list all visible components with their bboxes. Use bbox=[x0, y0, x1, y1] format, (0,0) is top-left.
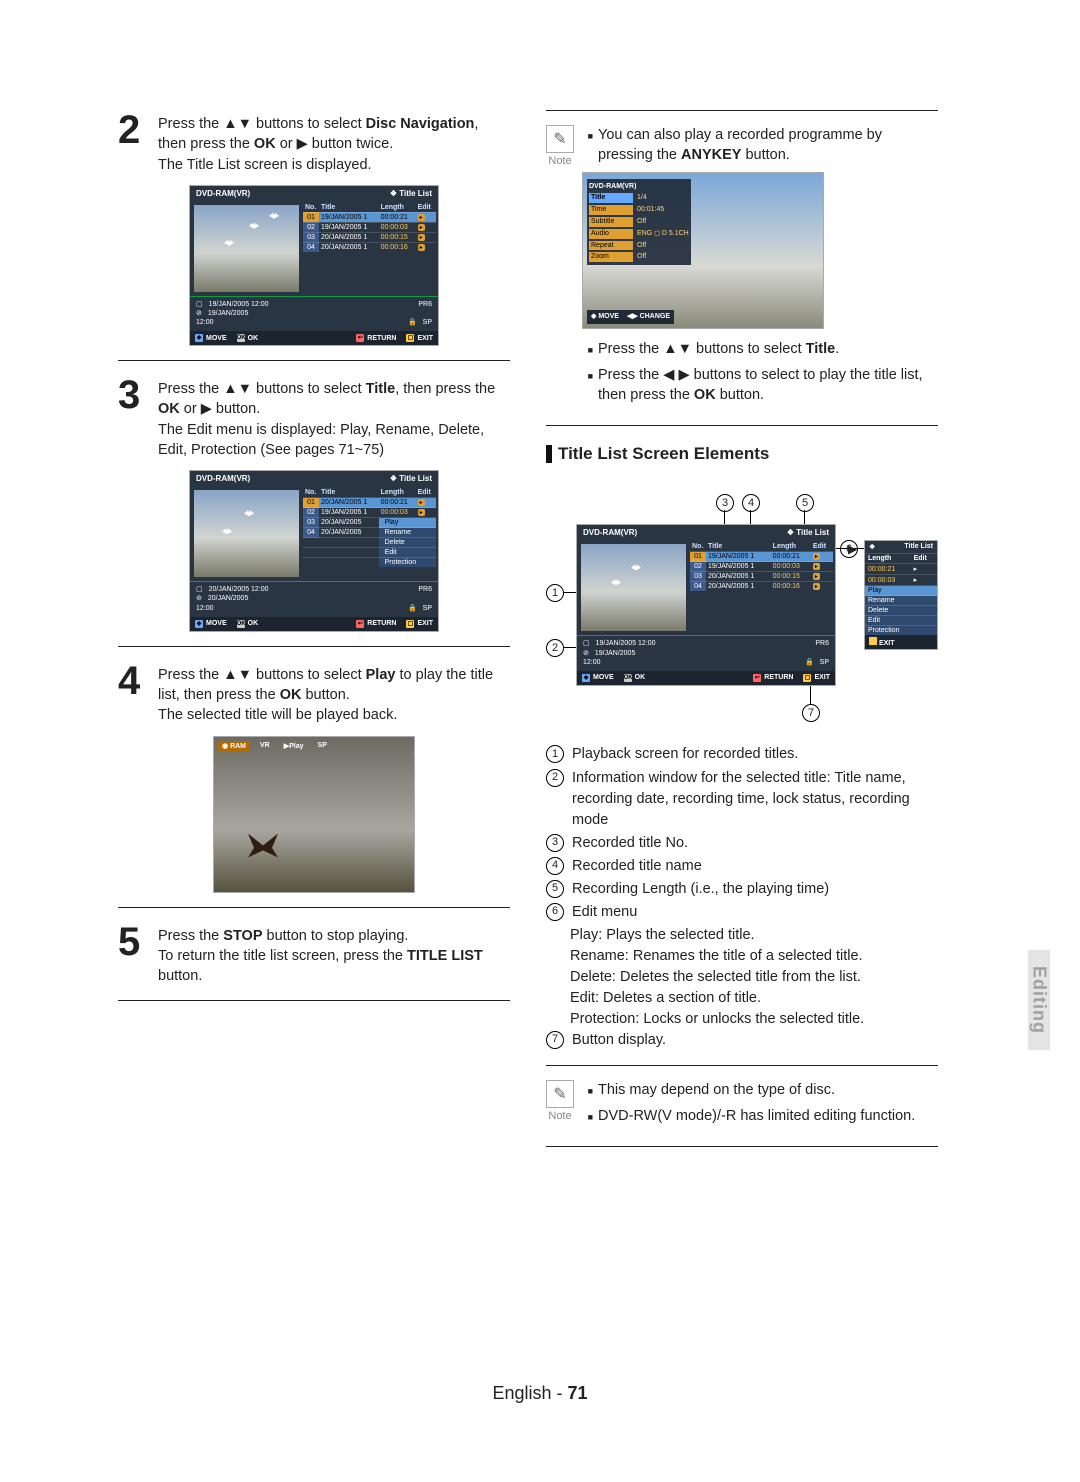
note-icon: ✎ bbox=[546, 125, 574, 153]
step-3: 3 Press the ▲▼ buttons to select Title, … bbox=[118, 375, 510, 460]
osd-preview bbox=[194, 205, 299, 292]
manual-page: 2 Press the ▲▼ buttons to select Disc Na… bbox=[0, 0, 1080, 1482]
step-number: 2 bbox=[118, 110, 148, 175]
anykey-screenshot: DVD-RAM(VR) Title1/4 Time00:01:45 Subtit… bbox=[582, 172, 824, 329]
two-column-content: 2 Press the ▲▼ buttons to select Disc Na… bbox=[118, 110, 938, 1161]
note-anykey: ✎ Note You can also play a recorded prog… bbox=[546, 125, 938, 411]
osd-button-bar: ◆MOVE OKOK ↩RETURN ▢EXIT bbox=[190, 331, 438, 345]
osd-table: No.TitleLengthEdit 0119/JAN/2005 100:00:… bbox=[303, 201, 438, 296]
osd-title-list-1: DVD-RAM(VR) Title List No.TitleLengthEdi… bbox=[189, 185, 439, 346]
step-2: 2 Press the ▲▼ buttons to select Disc Na… bbox=[118, 110, 510, 175]
diagram-edit-popout: ❖Title List LengthEdit 00:00:21▸ 00:00:0… bbox=[864, 540, 938, 650]
step-5: 5 Press the STOP button to stop playing.… bbox=[118, 922, 510, 987]
osd-info: ▢19/JAN/2005 12:00PR6 ⊘19/JAN/2005 12:00… bbox=[190, 296, 438, 331]
note-icon: ✎ bbox=[546, 1080, 574, 1108]
page-footer: English - 71 bbox=[0, 1383, 1080, 1404]
step-4: 4 Press the ▲▼ buttons to select Play to… bbox=[118, 661, 510, 726]
diagram-main-osd: DVD-RAM(VR) Title List No.TitleLengthEdi… bbox=[576, 524, 836, 685]
osd-title: Title List bbox=[390, 189, 432, 198]
step-text: Press the ▲▼ buttons to select Disc Navi… bbox=[158, 110, 510, 175]
section-tab-editing: Editing bbox=[1028, 950, 1050, 1050]
section-heading: Title List Screen Elements bbox=[546, 444, 938, 464]
note-disc-type: ✎ Note This may depend on the type of di… bbox=[546, 1080, 938, 1133]
divider bbox=[118, 360, 510, 361]
playback-screenshot: ◉ RAM VR ▶Play SP bbox=[213, 736, 415, 893]
osd-title-list-2: DVD-RAM(VR) Title List No.TitleLengthEdi… bbox=[189, 470, 439, 631]
diagram-legend: 1Playback screen for recorded titles. 2I… bbox=[546, 744, 938, 1050]
title-list-diagram: 3 4 5 1 2 6 ▶ 7 DVD-RAM(VR) bbox=[546, 474, 938, 734]
right-column: ✎ Note You can also play a recorded prog… bbox=[546, 110, 938, 1161]
left-column: 2 Press the ▲▼ buttons to select Disc Na… bbox=[118, 110, 510, 1161]
osd-device: DVD-RAM(VR) bbox=[196, 189, 250, 198]
